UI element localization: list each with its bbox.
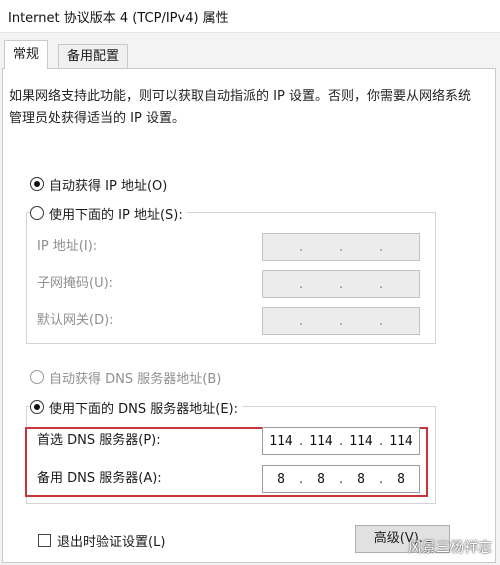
manual-ip-radio-row[interactable]: 使用下面的 IP 地址(S): xyxy=(30,203,187,223)
manual-ip-label: 使用下面的 IP 地址(S): xyxy=(49,207,183,223)
dns-octet: 8 xyxy=(357,471,365,487)
dns-octet: 114 xyxy=(309,433,333,449)
manual-dns-radio[interactable] xyxy=(30,400,44,414)
ip-dot: . xyxy=(339,239,344,255)
default-gateway-input[interactable]: . . . xyxy=(262,307,420,335)
ip-dot: . xyxy=(299,239,304,255)
auto-dns-label: 自动获得 DNS 服务器地址(B) xyxy=(49,371,222,387)
auto-dns-radio-row[interactable]: 自动获得 DNS 服务器地址(B) xyxy=(30,367,221,387)
dns-octet: 8 xyxy=(277,471,285,487)
dns-octet: 8 xyxy=(397,471,405,487)
ip-dot: . xyxy=(339,313,344,329)
dns-octet: 114 xyxy=(269,433,293,449)
dns-octet: 114 xyxy=(389,433,413,449)
ip-dot: . xyxy=(299,313,304,329)
tab-strip: 常规 备用配置 xyxy=(0,38,500,69)
auto-dns-radio[interactable] xyxy=(30,370,44,384)
description-text: 如果网络支持此功能，则可以获取自动指派的 IP 设置。否则，你需要从网络系统管理… xyxy=(9,89,471,126)
tab-alternate-config[interactable]: 备用配置 xyxy=(58,44,129,68)
alternate-dns-input[interactable]: 8. 8. 8. 8 xyxy=(262,465,420,493)
auto-ip-radio-row[interactable]: 自动获得 IP 地址(O) xyxy=(30,174,167,194)
default-gateway-label: 默认网关(D): xyxy=(37,313,114,328)
ip-dot: . xyxy=(379,239,384,255)
ip-address-input[interactable]: . . . xyxy=(262,233,420,261)
ip-address-label: IP 地址(I): xyxy=(37,239,98,254)
preferred-dns-input[interactable]: 114. 114. 114. 114 xyxy=(262,427,420,455)
auto-ip-label: 自动获得 IP 地址(O) xyxy=(49,178,168,194)
ip-dot: . xyxy=(379,313,384,329)
tab-general[interactable]: 常规 xyxy=(4,40,49,69)
window-title: Internet 协议版本 4 (TCP/IPv4) 属性 xyxy=(8,11,229,26)
ip-dot: . xyxy=(299,276,304,292)
alternate-dns-label: 备用 DNS 服务器(A): xyxy=(37,471,162,486)
validate-on-exit-row[interactable]: 退出时验证设置(L) xyxy=(38,531,165,550)
validate-on-exit-checkbox[interactable] xyxy=(38,534,51,547)
subnet-mask-label: 子网掩码(U): xyxy=(37,276,114,291)
ip-dot: . xyxy=(379,276,384,292)
dns-octet: 114 xyxy=(349,433,373,449)
ip-dot: . xyxy=(339,276,344,292)
validate-on-exit-label: 退出时验证设置(L) xyxy=(57,535,166,550)
auto-ip-radio[interactable] xyxy=(30,177,44,191)
watermark-text: 风景三杨祥志 xyxy=(408,540,492,556)
subnet-mask-input[interactable]: . . . xyxy=(262,270,420,298)
manual-dns-radio-row[interactable]: 使用下面的 DNS 服务器地址(E): xyxy=(30,397,242,417)
title-bar: Internet 协议版本 4 (TCP/IPv4) 属性 xyxy=(0,0,500,33)
dns-octet: 8 xyxy=(317,471,325,487)
manual-ip-radio[interactable] xyxy=(30,206,44,220)
manual-dns-label: 使用下面的 DNS 服务器地址(E): xyxy=(49,401,238,417)
preferred-dns-label: 首选 DNS 服务器(P): xyxy=(37,433,161,448)
